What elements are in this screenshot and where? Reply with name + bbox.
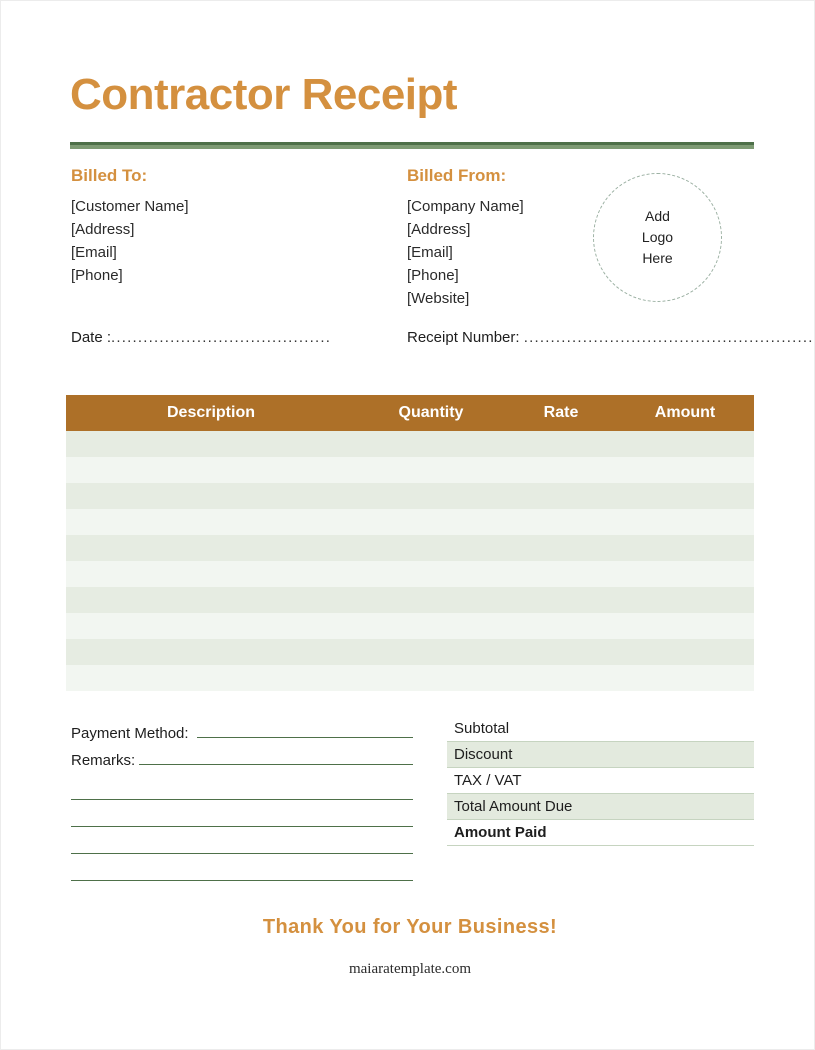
table-row[interactable] xyxy=(66,665,754,691)
page-content: Contractor Receipt Billed To: [Customer … xyxy=(66,1,814,1049)
billed-to-heading: Billed To: xyxy=(71,166,148,185)
billed-to-phone[interactable]: [Phone] xyxy=(71,264,391,287)
table-row[interactable] xyxy=(66,457,754,483)
totals-label-total-amount-due: Total Amount Due xyxy=(454,798,573,815)
billed-from-company-name[interactable]: [Company Name] xyxy=(407,195,627,218)
table-row[interactable] xyxy=(66,639,754,665)
payment-method-field[interactable]: Payment Method: xyxy=(71,719,413,746)
billed-to-block: Billed To: [Customer Name] [Address] [Em… xyxy=(71,166,391,287)
receipt-number-field[interactable]: Receipt Number: ........................… xyxy=(407,329,815,346)
table-row[interactable] xyxy=(66,535,754,561)
billed-to-address[interactable]: [Address] xyxy=(71,218,391,241)
column-header-amount: Amount xyxy=(654,404,716,421)
billed-from-heading: Billed From: xyxy=(407,166,507,185)
date-dotted-leader: ........................................… xyxy=(111,329,332,346)
totals-label-tax-vat: TAX / VAT xyxy=(454,772,522,789)
totals-label-amount-paid: Amount Paid xyxy=(454,824,547,841)
items-table-header-row: Description Quantity Rate Amount xyxy=(66,395,754,431)
remarks-blank-line[interactable] xyxy=(71,773,413,800)
divider-light-bar xyxy=(70,145,754,149)
column-header-quantity: Quantity xyxy=(398,404,464,421)
items-table: Description Quantity Rate Amount xyxy=(66,395,754,691)
date-label: Date : xyxy=(71,329,112,346)
table-row[interactable] xyxy=(66,509,754,535)
payment-method-label: Payment Method: xyxy=(71,725,189,742)
billed-from-website[interactable]: [Website] xyxy=(407,287,627,310)
receipt-page: Contractor Receipt Billed To: [Customer … xyxy=(0,0,815,1050)
page-title: Contractor Receipt xyxy=(70,70,458,119)
remarks-blank-line[interactable] xyxy=(71,854,413,881)
table-row[interactable] xyxy=(66,561,754,587)
totals-row-total-amount-due[interactable]: Total Amount Due xyxy=(447,794,754,820)
totals-row-subtotal[interactable]: Subtotal xyxy=(447,716,754,742)
column-header-rate: Rate xyxy=(543,404,579,421)
column-header-description: Description xyxy=(166,404,255,421)
billed-to-customer-name[interactable]: [Customer Name] xyxy=(71,195,391,218)
remarks-label: Remarks: xyxy=(71,752,136,769)
receipt-number-dotted-leader: ........................................… xyxy=(523,329,815,346)
receipt-number-label: Receipt Number: xyxy=(407,329,520,346)
totals-label-subtotal: Subtotal xyxy=(454,720,510,737)
billed-to-email[interactable]: [Email] xyxy=(71,241,391,264)
table-row[interactable] xyxy=(66,587,754,613)
table-row[interactable] xyxy=(66,483,754,509)
logo-placeholder-line-3: Here xyxy=(642,250,673,266)
footer-website: maiaratemplate.com xyxy=(348,961,472,977)
totals-row-discount[interactable]: Discount xyxy=(447,742,754,768)
totals-label-discount: Discount xyxy=(454,746,513,763)
thank-you-message: Thank You for Your Business! xyxy=(262,916,558,938)
totals-row-amount-paid[interactable]: Amount Paid xyxy=(447,820,754,846)
remarks-blank-line[interactable] xyxy=(71,800,413,827)
date-field[interactable]: Date :..................................… xyxy=(71,329,331,346)
logo-placeholder[interactable]: Add Logo Here xyxy=(593,173,722,302)
remarks-blank-line[interactable] xyxy=(71,827,413,854)
payment-method-input-rule[interactable] xyxy=(196,719,413,738)
remarks-field[interactable]: Remarks: xyxy=(71,746,413,773)
billed-from-phone[interactable]: [Phone] xyxy=(407,264,627,287)
table-row[interactable] xyxy=(66,431,754,457)
logo-placeholder-line-2: Logo xyxy=(641,229,674,245)
payment-details-block: Payment Method: Remarks: xyxy=(71,719,413,881)
totals-block: Subtotal Discount TAX / VAT Total Amount… xyxy=(447,716,754,846)
remarks-input-rule[interactable] xyxy=(139,746,413,765)
header-divider xyxy=(70,142,754,149)
totals-row-tax-vat[interactable]: TAX / VAT xyxy=(447,768,754,794)
logo-placeholder-line-1: Add xyxy=(645,208,670,224)
table-row[interactable] xyxy=(66,613,754,639)
